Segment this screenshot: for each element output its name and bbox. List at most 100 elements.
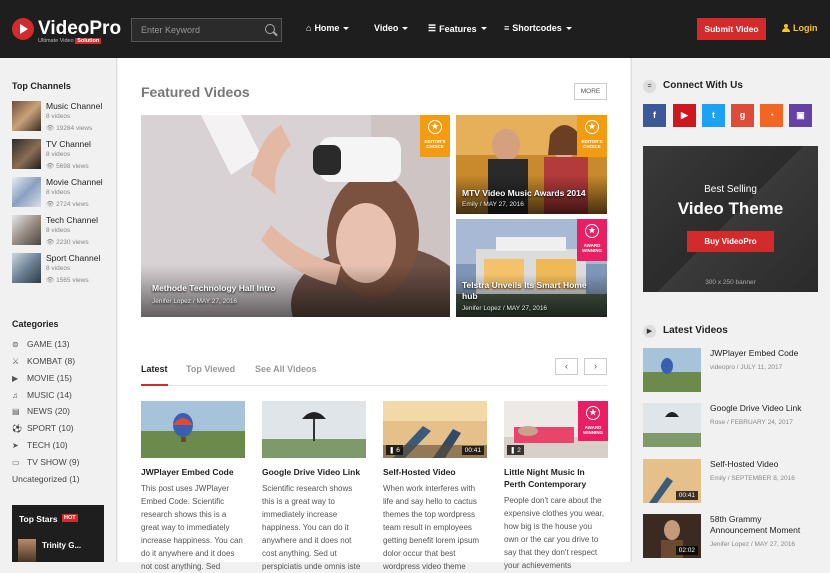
latest-video-title[interactable]: 58th Grammy Announcement Moment	[710, 514, 818, 536]
twitch-icon[interactable]: ▣	[789, 104, 812, 127]
latest-video-thumbnail[interactable]	[643, 348, 701, 392]
latest-video-thumbnail[interactable]	[643, 403, 701, 447]
video-card[interactable]: ❚ 6 00:41 Self-Hosted Video When work in…	[383, 401, 487, 573]
video-card[interactable]: ★ AWARD WINNING ❚ 2 Little Night Music In…	[504, 401, 608, 572]
channel-name[interactable]: Sport Channel	[46, 253, 100, 263]
video-title[interactable]: JWPlayer Embed Code	[141, 466, 245, 478]
category-tech[interactable]: ➤ TECH (10)	[12, 440, 68, 450]
video-card[interactable]: JWPlayer Embed Code This post uses JWPla…	[141, 401, 245, 573]
featured-side-video[interactable]: ★ EDITOR'S CHOICE MTV Video Music Awards …	[456, 115, 607, 214]
latest-video-thumbnail[interactable]: 02:02	[643, 514, 701, 558]
channel-item[interactable]: Music Channel 8 videos 👁 19284 views	[12, 101, 116, 137]
featured-video-title[interactable]: Methode Technology Hall Intro	[152, 283, 276, 293]
channel-name[interactable]: TV Channel	[46, 139, 91, 149]
home-icon: ⌂	[306, 23, 312, 33]
video-author[interactable]: Emily	[462, 201, 478, 208]
latest-video-item[interactable]: 02:02 58th Grammy Announcement Moment Je…	[643, 514, 818, 559]
nav-home[interactable]: ⌂ Home	[306, 23, 350, 33]
ad-banner[interactable]: Best Selling Video Theme Buy VideoPro 30…	[643, 146, 818, 292]
rss-icon[interactable]: ◔	[760, 104, 783, 127]
video-thumbnail[interactable]	[141, 401, 245, 458]
video-author[interactable]: videopro	[710, 364, 735, 371]
channel-name[interactable]: Music Channel	[46, 101, 102, 111]
latest-video-thumbnail[interactable]: 00:41	[643, 459, 701, 503]
nav-video[interactable]: Video	[374, 23, 409, 33]
hot-badge: HOT	[62, 514, 78, 522]
logo-tagline-b: Solution	[75, 38, 102, 44]
balloon-image	[141, 401, 245, 458]
top-channels-title: Top Channels	[12, 81, 71, 91]
category-uncategorized[interactable]: Uncategorized (1)	[12, 474, 80, 484]
channel-video-count: 8 videos	[46, 227, 71, 234]
more-button[interactable]: MORE	[574, 83, 607, 100]
category-kombat[interactable]: ⚔ KOMBAT (8)	[12, 356, 75, 366]
star-avatar[interactable]	[18, 539, 36, 562]
category-movie[interactable]: ▶ MOVIE (15)	[12, 373, 72, 383]
gamepad-icon: ⊜	[12, 339, 19, 349]
prev-arrow-button[interactable]: ‹	[555, 358, 578, 375]
channel-item[interactable]: Sport Channel 8 videos 👁 1565 views	[12, 253, 116, 289]
tab-latest[interactable]: Latest	[141, 364, 168, 386]
latest-video-item[interactable]: JWPlayer Embed Code videopro / JULY 11, …	[643, 348, 818, 393]
tv-icon: ▭	[12, 457, 20, 467]
video-author[interactable]: Jenifer Lopez	[710, 541, 749, 548]
video-title[interactable]: Little Night Music In Perth Contemporary	[504, 466, 608, 490]
google-plus-icon[interactable]: g	[731, 104, 754, 127]
tab-top-viewed[interactable]: Top Viewed	[186, 364, 235, 374]
site-logo[interactable]: VideoPro Ultimate Video Solution	[12, 18, 121, 44]
nav-video-label: Video	[374, 23, 399, 33]
category-game[interactable]: ⊜ GAME (13)	[12, 339, 70, 349]
video-thumbnail[interactable]: ❚ 6 00:41	[383, 401, 487, 458]
facebook-icon[interactable]: f	[643, 104, 666, 127]
buy-videopro-button[interactable]: Buy VideoPro	[687, 231, 774, 252]
video-author[interactable]: Emily	[710, 475, 726, 482]
next-arrow-button[interactable]: ›	[584, 358, 607, 375]
category-news[interactable]: ▤ NEWS (20)	[12, 406, 70, 416]
category-tv-show[interactable]: ▭ TV SHOW (9)	[12, 457, 79, 467]
video-author[interactable]: Rose	[710, 419, 725, 426]
submit-video-button[interactable]: Submit Video	[697, 18, 766, 40]
category-sport[interactable]: ⚽ SPORT (10)	[12, 423, 74, 433]
featured-video-title[interactable]: Telstra Unveils Its Smart Home hub	[462, 280, 592, 302]
login-link[interactable]: Login	[782, 23, 818, 33]
channel-item[interactable]: TV Channel 8 videos 👁 5698 views	[12, 139, 116, 175]
latest-video-title[interactable]: JWPlayer Embed Code	[710, 348, 818, 359]
twitter-icon[interactable]: t	[702, 104, 725, 127]
channel-item[interactable]: Tech Channel 8 videos 👁 2230 views	[12, 215, 116, 251]
video-card[interactable]: Google Drive Video Link Scientific resea…	[262, 401, 366, 573]
video-author[interactable]: Jenifer Lopez	[462, 305, 501, 312]
channel-item[interactable]: Movie Channel 8 videos 👁 2724 views	[12, 177, 116, 213]
latest-video-title[interactable]: Google Drive Video Link	[710, 403, 818, 414]
comment-count: ❚ 2	[507, 445, 524, 455]
latest-video-item[interactable]: Google Drive Video Link Rose / FEBRUARY …	[643, 403, 818, 448]
search-icon[interactable]	[265, 24, 275, 34]
featured-main-video[interactable]: ★ EDITOR'S CHOICE Methode Technology Hall…	[141, 115, 450, 317]
twitch-glyph: ▣	[796, 110, 805, 120]
featured-video-title[interactable]: MTV Video Music Awards 2014	[462, 188, 586, 198]
category-music[interactable]: ♫ MUSIC (14)	[12, 390, 72, 400]
banner-line2: Video Theme	[677, 199, 784, 218]
youtube-icon[interactable]: ▶	[673, 104, 696, 127]
umbrella-image	[643, 403, 701, 447]
video-thumbnail[interactable]	[262, 401, 366, 458]
latest-video-title[interactable]: Self-Hosted Video	[710, 459, 818, 470]
nav-features[interactable]: ☰ Features	[428, 23, 487, 34]
rss-glyph: ◔	[768, 110, 775, 120]
category-count: (9)	[69, 457, 80, 467]
video-thumbnail[interactable]: ★ AWARD WINNING ❚ 2	[504, 401, 608, 458]
video-author[interactable]: Jenifer Lopez	[152, 298, 191, 305]
channel-name[interactable]: Movie Channel	[46, 177, 103, 187]
tab-see-all-videos[interactable]: See All Videos	[255, 364, 317, 374]
video-title[interactable]: Google Drive Video Link	[262, 466, 366, 478]
category-label: SPORT	[27, 423, 57, 433]
category-label: MOVIE	[27, 373, 55, 383]
video-description: Scientific research shows this is a grea…	[262, 484, 361, 571]
latest-video-item[interactable]: 00:41 Self-Hosted Video Emily / SEPTEMBE…	[643, 459, 818, 504]
channel-name[interactable]: Tech Channel	[46, 215, 98, 225]
search-input[interactable]	[132, 19, 257, 41]
star-name[interactable]: Trinity G...	[42, 541, 81, 550]
featured-side-video[interactable]: ★ AWARD WINNING Telstra Unveils Its Smart…	[456, 219, 607, 317]
video-title[interactable]: Self-Hosted Video	[383, 466, 487, 478]
nav-shortcodes[interactable]: ≡ Shortcodes	[504, 23, 572, 33]
channel-thumbnail	[12, 253, 41, 283]
